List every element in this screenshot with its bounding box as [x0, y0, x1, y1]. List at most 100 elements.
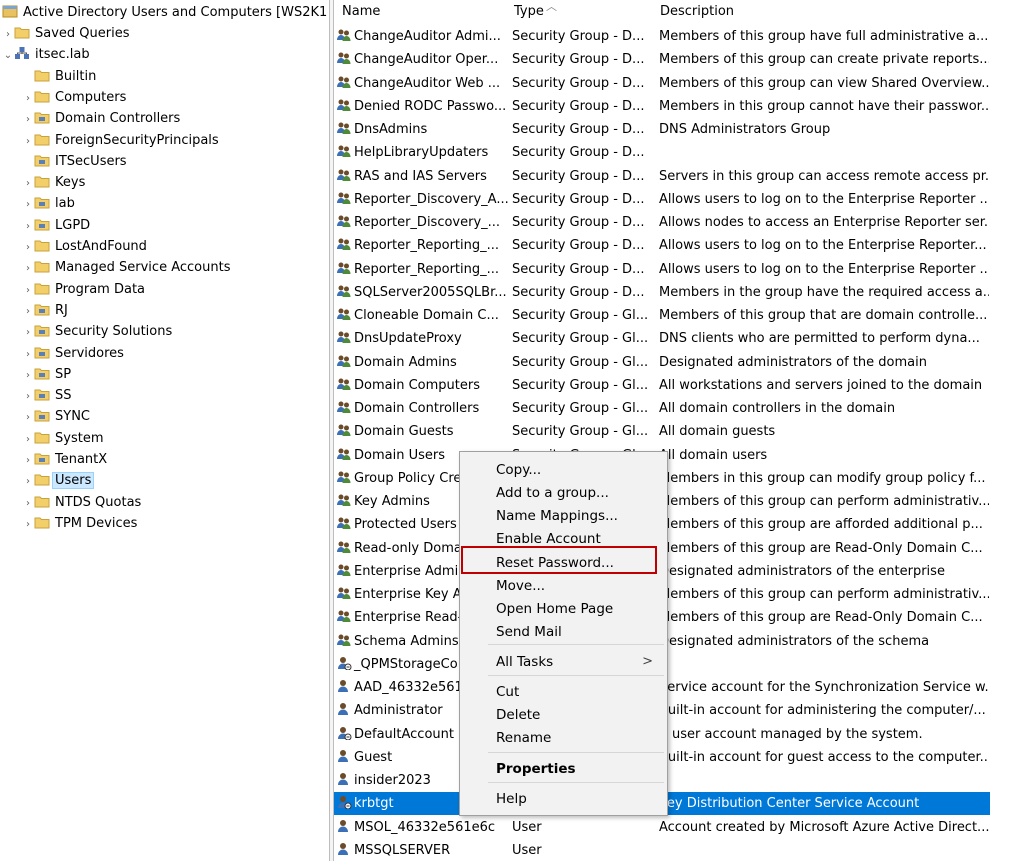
menu-item-move[interactable]: Move... — [496, 575, 545, 597]
menu-item-help[interactable]: Help — [496, 788, 527, 810]
group-icon — [336, 515, 352, 530]
list-row[interactable]: Denied RODC Passwo... Security Group - D.… — [334, 95, 990, 118]
list-row[interactable]: HelpLibraryUpdaters Security Group - D... — [334, 141, 990, 164]
list-row[interactable]: Domain Computers Security Group - Gl... Al… — [334, 374, 990, 397]
chevron-right-icon[interactable]: › — [22, 386, 34, 407]
list-row[interactable]: ChangeAuditor Admi... Security Group - D.… — [334, 25, 990, 48]
tree-item-rj[interactable]: › RJ — [22, 300, 70, 321]
chevron-right-icon[interactable]: › — [22, 216, 34, 237]
row-type: Security Group - Gl... — [512, 354, 649, 370]
ou-icon — [34, 451, 50, 465]
chevron-right-icon[interactable]: › — [22, 450, 34, 471]
tree-item-ss[interactable]: › SS — [22, 385, 74, 406]
tree-item-system[interactable]: › System — [22, 428, 105, 449]
list-row[interactable]: Reporter_Reporting_... Security Group - D… — [334, 258, 990, 281]
tree-root[interactable]: Active Directory Users and Computers [WS… — [2, 2, 328, 23]
list-row[interactable]: ChangeAuditor Oper... Security Group - D.… — [334, 48, 990, 71]
folder-icon — [34, 472, 50, 486]
folder-icon — [34, 259, 50, 273]
list-row[interactable]: RAS and IAS Servers Security Group - D...… — [334, 165, 990, 188]
tree-item-users[interactable]: › Users — [22, 470, 95, 492]
column-header-name[interactable]: Name — [338, 0, 514, 24]
row-name-cell: Reporter_Discovery_A... — [336, 188, 508, 211]
chevron-right-icon[interactable]: › — [22, 344, 34, 365]
row-type: Security Group - Gl... — [512, 424, 649, 440]
chevron-right-icon[interactable]: › — [22, 407, 34, 428]
chevron-right-icon[interactable]: › — [22, 514, 34, 535]
row-name: DefaultAccount — [354, 726, 454, 742]
row-name: Enterprise Key A — [354, 587, 462, 602]
chevron-right-icon[interactable]: › — [22, 493, 34, 514]
menu-item-name-mappings[interactable]: Name Mappings... — [496, 505, 618, 527]
chevron-right-icon[interactable]: › — [22, 173, 34, 194]
user-disabled-icon — [336, 655, 352, 671]
tree-item-label: itsec.lab — [35, 47, 90, 63]
chevron-right-icon[interactable]: › — [22, 258, 34, 279]
chevron-right-icon[interactable]: › — [22, 280, 34, 301]
tree-item-domain-controllers[interactable]: › Domain Controllers — [22, 108, 182, 129]
list-row[interactable]: Domain Admins Security Group - Gl... Desig… — [334, 351, 990, 374]
column-header-type[interactable]: Type — [510, 0, 660, 24]
list-row[interactable]: MSSQLSERVER User — [334, 839, 990, 861]
chevron-right-icon[interactable]: › — [22, 194, 34, 215]
tree-item-lgpd[interactable]: › LGPD — [22, 215, 92, 236]
tree-item-tenantx[interactable]: › TenantX — [22, 449, 109, 470]
tree-item-itsecusers[interactable]: ITSecUsers — [22, 151, 129, 172]
list-row[interactable]: Reporter_Discovery_... Security Group - D… — [334, 211, 990, 234]
tree-item-label: RJ — [55, 302, 68, 318]
aduc-console-icon — [2, 4, 18, 18]
list-row[interactable]: ChangeAuditor Web ... Security Group - D.… — [334, 72, 990, 95]
row-description: Members of this group have full administ… — [659, 29, 989, 44]
tree-item-lostandfound[interactable]: › LostAndFound — [22, 236, 149, 257]
tree-item-computers[interactable]: › Computers — [22, 87, 128, 108]
tree-item-saved-queries[interactable]: › Saved Queries — [2, 23, 132, 44]
chevron-down-icon[interactable]: ⌄ — [2, 45, 14, 66]
tree-item-sync[interactable]: › SYNC — [22, 406, 92, 427]
chevron-right-icon[interactable]: › — [22, 471, 34, 492]
menu-item-open-home-page[interactable]: Open Home Page — [496, 598, 613, 620]
menu-item-rename[interactable]: Rename — [496, 727, 551, 749]
list-row[interactable]: Domain Controllers Security Group - Gl...… — [334, 397, 990, 420]
menu-item-all-tasks[interactable]: All Tasks — [496, 651, 553, 673]
menu-item-cut[interactable]: Cut — [496, 681, 519, 703]
tree-item-security-solutions[interactable]: › Security Solutions — [22, 321, 174, 342]
menu-item-delete[interactable]: Delete — [496, 704, 540, 726]
tree-item-foreignsecurityprincipals[interactable]: › ForeignSecurityPrincipals — [22, 130, 221, 151]
chevron-right-icon[interactable]: › — [22, 365, 34, 386]
chevron-right-icon[interactable]: › — [22, 88, 34, 109]
row-description: Designated administrators of the domain — [659, 354, 927, 370]
tree-item-lab[interactable]: › lab — [22, 193, 77, 214]
menu-item-add-to-a-group[interactable]: Add to a group... — [496, 482, 609, 504]
tree-item-keys[interactable]: › Keys — [22, 172, 87, 193]
chevron-right-icon[interactable]: › — [22, 322, 34, 343]
list-row[interactable]: MSOL_46332e561e6c User Account created by … — [334, 816, 990, 839]
list-row[interactable]: DnsAdmins Security Group - D... DNS Admini… — [334, 118, 990, 141]
tree-item-servidores[interactable]: › Servidores — [22, 343, 126, 364]
chevron-right-icon[interactable]: › — [22, 429, 34, 450]
list-row[interactable]: Reporter_Discovery_A... Security Group - … — [334, 188, 990, 211]
chevron-right-icon[interactable]: › — [22, 131, 34, 152]
tree-item-itsec-lab[interactable]: ⌄ itsec.lab — [2, 44, 92, 65]
chevron-right-icon[interactable]: › — [22, 237, 34, 258]
chevron-right-icon[interactable]: › — [22, 301, 34, 322]
list-row[interactable]: Cloneable Domain C... Security Group - Gl… — [334, 304, 990, 327]
column-header-description[interactable]: Description — [656, 0, 990, 24]
menu-item-properties[interactable]: Properties — [496, 758, 576, 780]
row-description: Members of this group are Read-Only Doma… — [659, 540, 983, 556]
menu-item-send-mail[interactable]: Send Mail — [496, 621, 562, 643]
tree-item-builtin[interactable]: Builtin — [22, 66, 98, 87]
group-icon — [336, 632, 352, 646]
tree-item-tpm-devices[interactable]: › TPM Devices — [22, 513, 139, 534]
tree-item-managed-service-accounts[interactable]: › Managed Service Accounts — [22, 257, 232, 278]
list-row[interactable]: Domain Guests Security Group - Gl... All d… — [334, 420, 990, 443]
tree-item-label: TenantX — [55, 452, 108, 467]
list-row[interactable]: Reporter_Reporting_... Security Group - D… — [334, 234, 990, 257]
tree-item-sp[interactable]: › SP — [22, 364, 73, 385]
chevron-right-icon[interactable]: › — [2, 24, 14, 45]
menu-item-copy[interactable]: Copy... — [496, 459, 541, 481]
tree-item-ntds-quotas[interactable]: › NTDS Quotas — [22, 492, 143, 513]
list-row[interactable]: DnsUpdateProxy Security Group - Gl... DNS … — [334, 327, 990, 350]
chevron-right-icon[interactable]: › — [22, 109, 34, 130]
list-row[interactable]: SQLServer2005SQLBr... Security Group - D.… — [334, 281, 990, 304]
tree-item-program-data[interactable]: › Program Data — [22, 279, 147, 300]
